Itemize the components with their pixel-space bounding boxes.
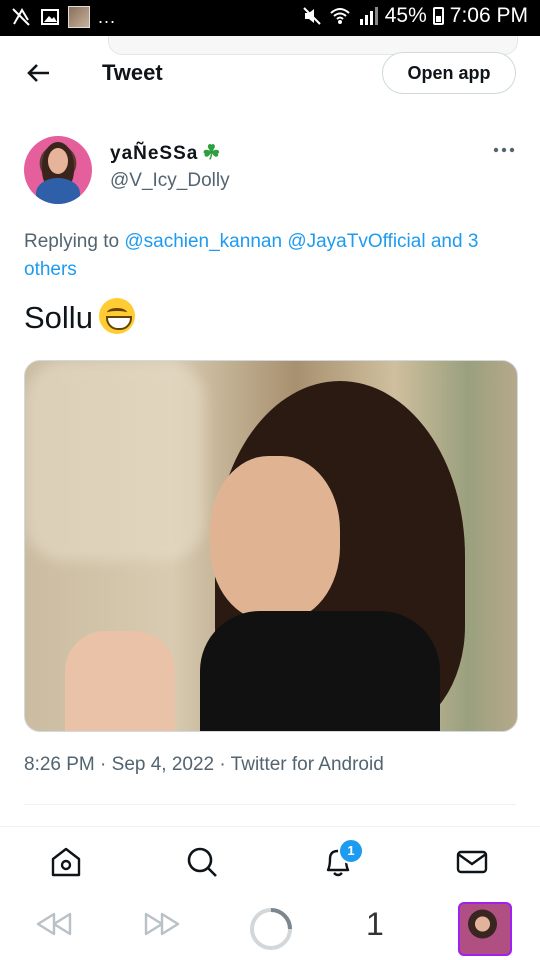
replying-to: Replying to @sachien_kannan @JayaTvOffic… [24,228,516,284]
rewind-back-icon[interactable] [34,908,74,940]
mute-icon [303,7,321,25]
mention-link[interactable]: @JayaTvOfficial [287,231,425,252]
tab-count[interactable]: 1 [366,906,384,943]
tweet-text: Sollu [24,298,135,336]
mention-link[interactable]: @sachien_kannan [124,231,282,252]
profile-thumbnail[interactable] [458,902,512,956]
status-bar: ... 45% 7:06 PM [0,0,540,36]
photo-thumbnail-icon [68,6,90,28]
media-background-blur [25,361,205,561]
media-sweater [200,611,440,731]
avatar-body [36,178,80,204]
messages-icon[interactable] [454,844,490,880]
battery-icon [432,7,444,25]
back-arrow-icon[interactable] [24,58,54,88]
clover-emoji: ☘ [202,142,222,164]
no-location-icon [12,8,30,26]
wifi-icon [330,8,350,24]
battery-percent: 45% [384,4,427,27]
avatar-face [48,148,68,174]
divider [24,804,516,805]
header: Tweet Open app [0,48,540,100]
status-right: 45% 7:06 PM [301,4,528,28]
user-handle[interactable]: @V_Icy_Dolly [110,170,230,192]
display-name[interactable]: yaÑeSSa ☘ [110,140,221,165]
home-icon[interactable] [48,844,84,880]
replying-prefix: Replying to [24,231,120,252]
loading-spinner-icon[interactable] [248,906,294,952]
tweet-meta: 8:26 PM · Sep 4, 2022 · Twitter for Andr… [24,754,384,775]
avatar[interactable] [24,136,92,204]
media-hand [65,631,175,731]
status-overflow: ... [98,6,117,27]
grinning-emoji-icon [98,298,135,334]
tab-bar-divider [0,826,540,827]
more-options-icon[interactable] [492,140,516,160]
media-face [210,456,340,621]
browser-bottom-bar: 1 [0,892,540,960]
search-icon[interactable] [184,844,220,880]
tweet-media-image[interactable] [24,360,518,732]
status-left: ... [10,6,116,28]
notification-badge: 1 [338,838,364,864]
open-app-button[interactable]: Open app [382,52,516,94]
signal-icon [359,7,378,25]
image-icon [41,9,59,25]
bottom-tab-bar [0,836,540,892]
fast-forward-icon[interactable] [142,908,182,940]
status-time: 7:06 PM [449,4,528,27]
page-title: Tweet [102,60,163,85]
display-name-text: yaÑeSSa [110,143,199,164]
tweet-text-content: Sollu [24,300,93,335]
